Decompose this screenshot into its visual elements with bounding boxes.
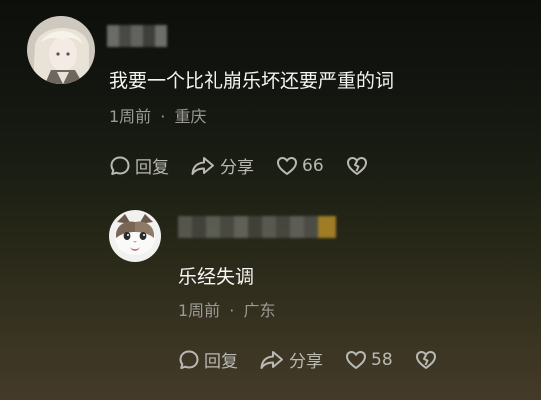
comment-2-meta: 1周前 · 广东 [178, 297, 275, 321]
comment-2-username[interactable] [178, 216, 336, 238]
comment-1-dislike-button[interactable] [346, 155, 368, 177]
reply-label: 回复 [135, 158, 169, 178]
comment-2-time: 1周前 [178, 301, 221, 320]
comment-1-reply-button[interactable]: 回复 [109, 153, 169, 178]
comment-2-text: 乐经失调 [178, 266, 255, 288]
comment-2-avatar[interactable] [109, 210, 161, 262]
cat-avatar-icon [109, 210, 161, 262]
reply-bubble-icon [110, 156, 130, 175]
comment-2-dislike-button[interactable] [415, 349, 437, 371]
share-arrow-icon [191, 156, 214, 175]
comment-1-username[interactable] [107, 25, 167, 47]
comment-2-share-button[interactable]: 分享 [259, 347, 323, 372]
comment-1-text: 我要一个比礼崩乐坏还要严重的词 [109, 70, 395, 92]
heart-icon [277, 156, 297, 175]
reply-label: 回复 [204, 352, 238, 372]
like-count: 58 [371, 349, 393, 370]
comment-1-time: 1周前 [109, 107, 152, 126]
share-label: 分享 [220, 158, 254, 178]
meta-separator: · [160, 107, 166, 126]
heart-icon [346, 350, 366, 369]
reply-bubble-icon [179, 350, 199, 369]
comment-1-avatar[interactable] [27, 16, 95, 84]
comment-1-share-button[interactable]: 分享 [190, 153, 254, 178]
like-count: 66 [302, 155, 324, 176]
anime-avatar-icon [27, 16, 95, 84]
comment-2-location: 广东 [243, 301, 276, 320]
comment-1-location: 重庆 [174, 107, 207, 126]
comment-1-meta: 1周前 · 重庆 [109, 103, 206, 127]
share-label: 分享 [289, 352, 323, 372]
comment-2-reply-button[interactable]: 回复 [178, 347, 238, 372]
broken-heart-icon [415, 350, 436, 369]
comment-2-like-button[interactable]: 58 [345, 349, 393, 371]
comment-1-like-button[interactable]: 66 [276, 155, 324, 177]
comment-1-actions: 回复 分享 66 [109, 153, 368, 178]
comment-2-actions: 回复 分享 58 [178, 347, 437, 372]
share-arrow-icon [260, 350, 283, 369]
broken-heart-icon [346, 156, 367, 175]
meta-separator: · [229, 301, 235, 320]
